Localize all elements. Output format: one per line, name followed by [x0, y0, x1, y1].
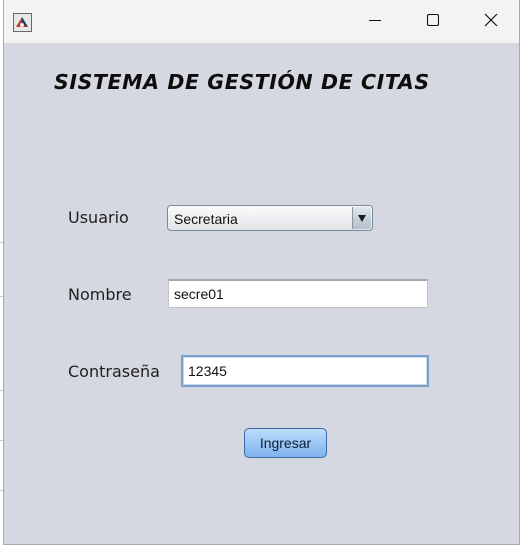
nombre-label: Nombre	[68, 285, 132, 304]
title-bar[interactable]	[4, 0, 519, 44]
login-window: SISTEMA DE GESTIÓN DE CITAS Usuario Secr…	[3, 0, 520, 545]
usuario-select[interactable]: Secretaria	[167, 205, 373, 231]
minimize-button[interactable]	[346, 0, 404, 44]
maximize-button[interactable]	[404, 0, 462, 44]
usuario-selected-value: Secretaria	[174, 211, 238, 227]
maximize-icon	[426, 13, 440, 31]
minimize-icon	[369, 13, 381, 31]
contrasena-label: Contraseña	[68, 362, 160, 381]
page-title: SISTEMA DE GESTIÓN DE CITAS	[54, 70, 430, 94]
contrasena-input[interactable]	[181, 355, 429, 387]
ingresar-button[interactable]: Ingresar	[244, 428, 327, 458]
dropdown-arrow-icon[interactable]	[352, 207, 371, 229]
java-app-icon	[13, 13, 32, 32]
nombre-input[interactable]	[168, 279, 428, 308]
usuario-label: Usuario	[68, 208, 129, 227]
close-button[interactable]	[462, 0, 520, 44]
close-icon	[484, 13, 498, 32]
